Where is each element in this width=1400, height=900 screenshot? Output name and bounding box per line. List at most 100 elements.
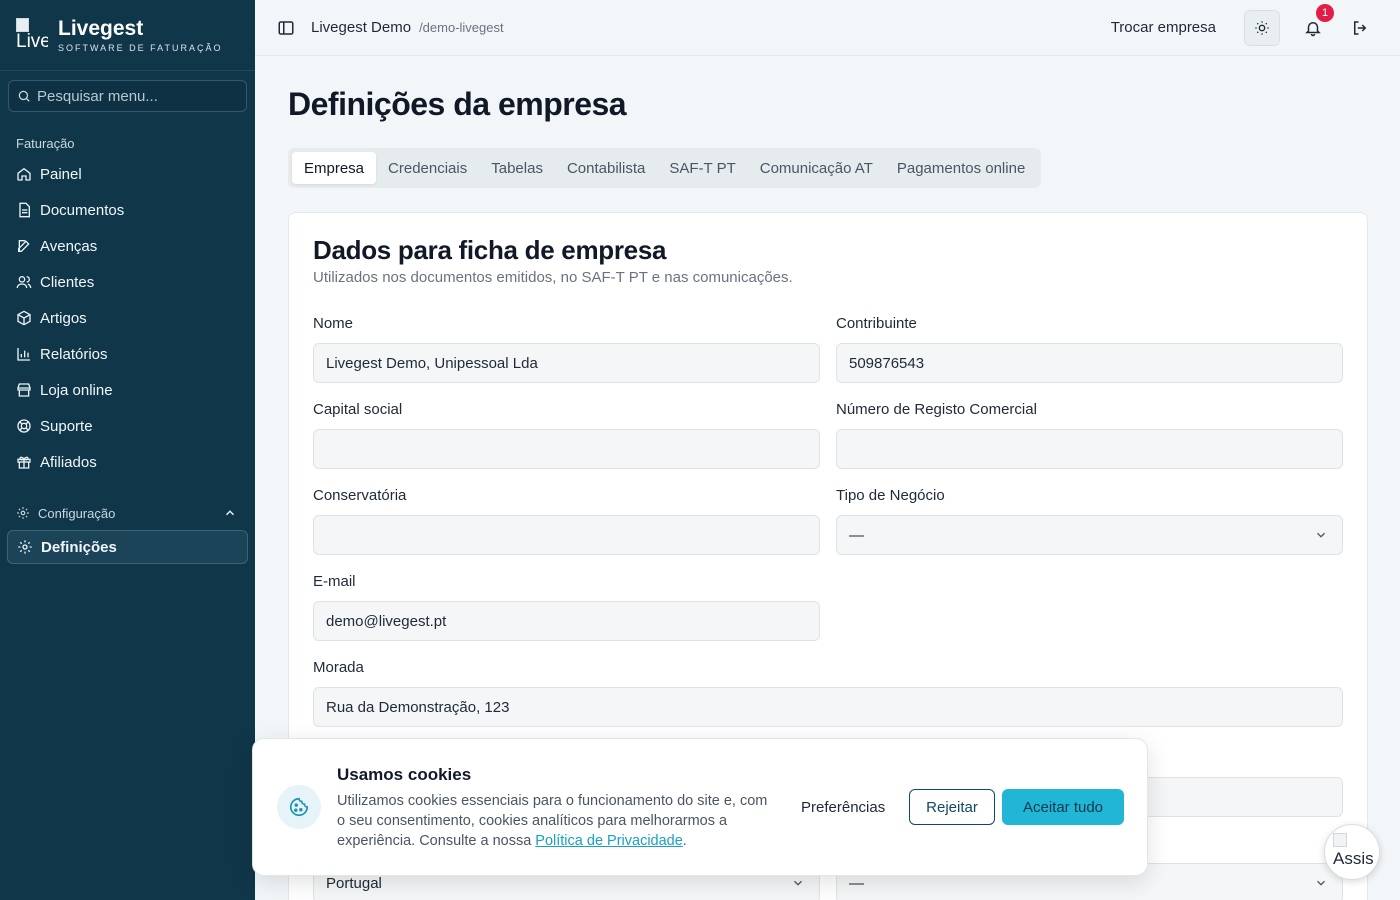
sidebar-toggle-icon[interactable] [277,19,295,37]
field-morada: Morada [313,659,1343,727]
cookie-preferences-button[interactable]: Preferências [789,789,897,825]
sidebar-item-documentos[interactable]: Documentos [0,192,255,228]
sidebar-item-label: Afiliados [40,453,97,471]
field-label: Tipo de Negócio [836,487,945,504]
select-value: — [849,874,864,892]
workspace-name: Livegest Demo [311,19,412,36]
name-input-box [313,343,820,383]
chevron-up-icon [226,510,234,516]
home-icon [16,166,32,182]
chevron-down-icon [794,880,802,886]
chevron-down-icon [1317,880,1325,886]
card-subtitle: Utilizados nos documentos emitidos, no S… [313,269,793,286]
field-label: E-mail [313,573,356,590]
sidebar-item-label: Relatórios [40,345,108,363]
sidebar-item-clientes[interactable]: Clientes [0,264,255,300]
gear-icon [17,539,33,555]
topbar: Livegest Demo /demo-livegest Trocar empr… [255,0,1400,56]
broken-image-icon [16,18,29,32]
tab-credenciais[interactable]: Credenciais [376,152,479,184]
gift-icon [16,454,32,470]
field-email: E-mail [313,573,820,641]
cookie-reject-button[interactable]: Rejeitar [909,789,995,825]
brand: Live Livegest SOFTWARE DE FATURAÇÃO [0,0,255,71]
sidebar-item-label: Loja online [40,381,113,399]
sidebar-item-avencas[interactable]: Avenças [0,228,255,264]
sidebar-item-painel[interactable]: Painel [0,156,255,192]
switch-company-button[interactable]: Trocar empresa [1111,19,1216,36]
store-icon [16,382,32,398]
cookie-title: Usamos cookies [337,765,472,784]
tab-pagamentos-online[interactable]: Pagamentos online [885,152,1037,184]
users-icon [16,274,32,290]
sidebar-item-relatorios[interactable]: Relatórios [0,336,255,372]
sidebar-item-loja-online[interactable]: Loja online [0,372,255,408]
privacy-policy-link[interactable]: Política de Privacidade [535,833,683,849]
conservatoria-input[interactable] [326,526,819,544]
section-label-faturacao: Faturação [16,136,75,151]
conservatoria-input-box [313,515,820,555]
logout-icon [1354,20,1367,35]
field-label: Número de Registo Comercial [836,401,1037,418]
address-input[interactable] [326,698,1342,716]
capital-input-box [313,429,820,469]
tab-empresa[interactable]: Empresa [292,152,377,184]
sidebar-item-definicoes[interactable]: Definições [7,530,248,564]
sidebar-item-suporte[interactable]: Suporte [0,408,255,444]
field-label: Capital social [313,401,403,418]
business-type-select[interactable]: — [836,515,1343,555]
tax-id-input[interactable] [849,354,1342,372]
tab-comunicacao-at[interactable]: Comunicação AT [748,152,885,184]
capital-input[interactable] [326,440,819,458]
assistant-launcher-button[interactable]: Assis [1324,824,1380,880]
config-section-toggle[interactable]: Configuração [0,500,255,526]
settings-tabs: Empresa Credenciais Tabelas Contabilista… [288,148,1042,188]
field-label: Conservatória [313,487,407,504]
assistant-alt-text: Assis [1333,849,1374,868]
brand-logo[interactable]: Live [16,18,48,52]
field-tipo-negocio: Tipo de Negócio — [836,487,1343,555]
topbar-actions: Trocar empresa 1 [1111,3,1400,46]
config-section-label: Configuração [38,505,116,521]
broken-image-icon [1333,833,1347,847]
bar-chart-icon [16,346,32,362]
logout-button[interactable] [1350,18,1370,38]
brand-name: Livegest [58,16,144,40]
sidebar-item-label: Avenças [40,237,98,255]
sidebar-item-artigos[interactable]: Artigos [0,300,255,336]
gear-icon [17,507,29,519]
page-title: Definições da empresa [288,86,627,122]
cookie-banner: Usamos cookies Utilizamos cookies essenc… [252,738,1148,876]
sidebar-item-label: Painel [40,165,82,183]
field-registo-comercial: Número de Registo Comercial [836,401,1343,469]
cookie-text: Utilizamos cookies essenciais para o fun… [337,791,777,851]
field-capital-social: Capital social [313,401,820,469]
field-contribuinte: Contribuinte [836,315,1343,383]
cookie-accept-all-button[interactable]: Aceitar tudo [1002,789,1124,825]
sidebar-item-label: Documentos [40,201,125,219]
tab-saft-pt[interactable]: SAF-T PT [657,152,747,184]
menu-search [8,80,247,112]
field-label: Nome [313,315,354,332]
cookie-icon [277,785,321,829]
select-value: Portugal [326,874,382,892]
tax-id-input-box [836,343,1343,383]
sidebar-item-afiliados[interactable]: Afiliados [0,444,255,480]
menu-search-input[interactable] [37,87,237,105]
name-input[interactable] [326,354,819,372]
search-icon [18,90,30,102]
field-label: Morada [313,659,364,676]
sun-icon [1255,20,1269,35]
cookie-text-end: . [682,833,687,849]
registo-input[interactable] [849,440,1342,458]
theme-toggle-button[interactable] [1244,9,1280,46]
brand-logo-alt: Live [16,31,48,52]
email-input[interactable] [326,612,819,630]
sidebar: Live Livegest SOFTWARE DE FATURAÇÃO Fatu… [0,0,255,900]
notifications-button[interactable]: 1 [1302,3,1334,39]
bell-icon [1305,21,1321,36]
tab-contabilista[interactable]: Contabilista [555,152,657,184]
tab-tabelas[interactable]: Tabelas [479,152,555,184]
sidebar-menu: Painel Documentos Avenças Clientes Artig… [0,156,255,480]
registo-input-box [836,429,1343,469]
